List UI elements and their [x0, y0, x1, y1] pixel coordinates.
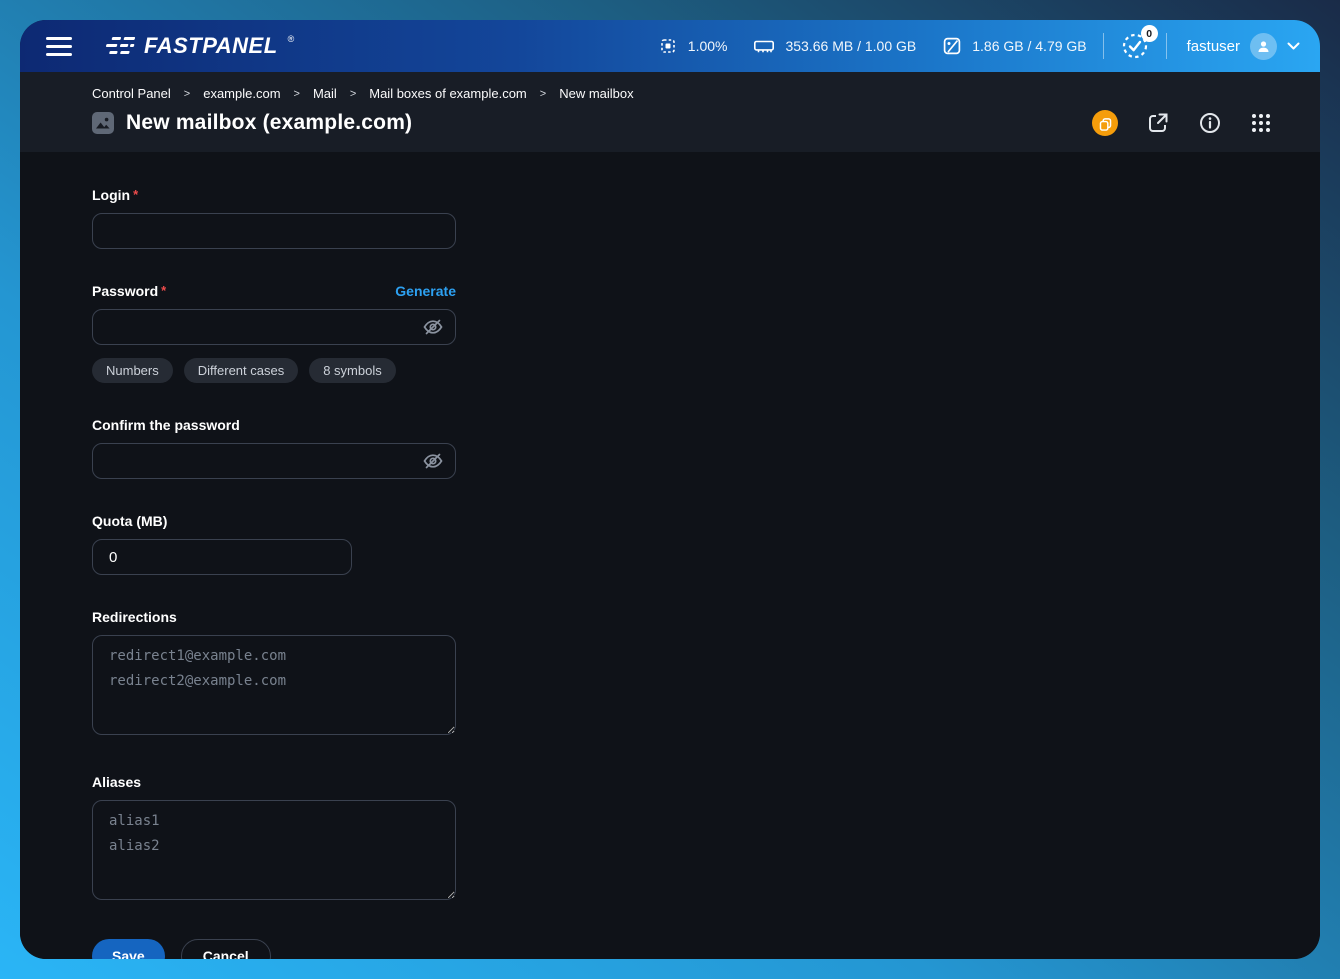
aliases-textarea[interactable] [92, 800, 456, 900]
quota-input[interactable] [92, 539, 352, 575]
user-menu[interactable]: fastuser [1187, 33, 1300, 60]
external-link-icon [1146, 111, 1170, 135]
person-icon [1256, 39, 1271, 54]
breadcrumb-separator: > [184, 88, 190, 100]
required-mark: * [161, 283, 166, 298]
logo-text: FASTPANEL [144, 34, 278, 58]
server-stats: 1.00% 353.66 MB / 1.00 GB 1.86 GB / 4.79… [658, 36, 1087, 56]
toggle-confirm-visibility-icon[interactable] [422, 450, 444, 472]
password-input[interactable] [92, 309, 456, 345]
breadcrumb-item-control-panel[interactable]: Control Panel [92, 86, 171, 101]
menu-icon[interactable] [46, 37, 72, 56]
requirement-chip-cases: Different cases [184, 358, 298, 383]
quota-label: Quota (MB) [92, 513, 167, 529]
save-button[interactable]: Save [92, 939, 165, 959]
page-title: New mailbox (example.com) [126, 111, 412, 135]
ram-stat: 353.66 MB / 1.00 GB [753, 36, 916, 56]
required-mark: * [133, 187, 138, 202]
password-requirements: Numbers Different cases 8 symbols [92, 358, 456, 383]
header-actions [1092, 110, 1272, 136]
aliases-label: Aliases [92, 774, 141, 790]
redirections-label: Redirections [92, 609, 177, 625]
cancel-button[interactable]: Cancel [181, 939, 271, 959]
generate-password-link[interactable]: Generate [395, 283, 456, 299]
confirm-password-input[interactable] [92, 443, 456, 479]
tasks-count-badge: 0 [1141, 25, 1158, 42]
page-header: Control Panel > example.com > Mail > Mai… [20, 72, 1320, 152]
password-label: Password* [92, 283, 166, 299]
requirement-chip-symbols: 8 symbols [309, 358, 396, 383]
breadcrumb-separator: > [294, 88, 300, 100]
breadcrumb-item-new-mailbox[interactable]: New mailbox [559, 86, 633, 101]
topbar-divider [1166, 33, 1167, 59]
disk-stat: 1.86 GB / 4.79 GB [942, 36, 1086, 56]
grid-dots-icon [1250, 112, 1272, 134]
disk-value: 1.86 GB / 4.79 GB [972, 38, 1086, 54]
topbar-divider [1103, 33, 1104, 59]
logo-registered-mark: ® [288, 34, 295, 44]
new-mailbox-form: Login* Password* Generate [20, 152, 1320, 959]
picture-icon [92, 112, 114, 134]
breadcrumb-item-mail[interactable]: Mail [313, 86, 337, 101]
fastpanel-logo[interactable]: FASTPANEL ® [102, 34, 294, 58]
breadcrumb-separator: > [350, 88, 356, 100]
apps-grid-button[interactable] [1250, 112, 1272, 134]
cpu-icon [658, 36, 678, 56]
redirections-textarea[interactable] [92, 635, 456, 735]
open-external-button[interactable] [1146, 111, 1170, 135]
copy-icon [1097, 115, 1114, 132]
info-button[interactable] [1198, 111, 1222, 135]
chevron-down-icon [1287, 42, 1300, 51]
login-label: Login* [92, 187, 138, 203]
toggle-password-visibility-icon[interactable] [422, 316, 444, 338]
ram-icon [753, 36, 775, 56]
tasks-button[interactable]: 0 [1120, 31, 1150, 61]
breadcrumb-item-mailboxes[interactable]: Mail boxes of example.com [369, 86, 527, 101]
logo-sliders-icon [102, 34, 136, 58]
confirm-password-label: Confirm the password [92, 417, 240, 433]
info-icon [1198, 111, 1222, 135]
copy-docs-button[interactable] [1092, 110, 1118, 136]
breadcrumb-separator: > [540, 88, 546, 100]
cpu-value: 1.00% [688, 38, 728, 54]
disk-icon [942, 36, 962, 56]
ram-value: 353.66 MB / 1.00 GB [785, 38, 916, 54]
cpu-stat: 1.00% [658, 36, 728, 56]
username: fastuser [1187, 38, 1240, 55]
breadcrumb: Control Panel > example.com > Mail > Mai… [92, 86, 1272, 101]
top-bar: FASTPANEL ® 1.00% 353.66 MB / 1.00 GB [20, 20, 1320, 72]
breadcrumb-item-domain[interactable]: example.com [203, 86, 280, 101]
requirement-chip-numbers: Numbers [92, 358, 173, 383]
app-window: FASTPANEL ® 1.00% 353.66 MB / 1.00 GB [20, 20, 1320, 959]
login-input[interactable] [92, 213, 456, 249]
avatar [1250, 33, 1277, 60]
